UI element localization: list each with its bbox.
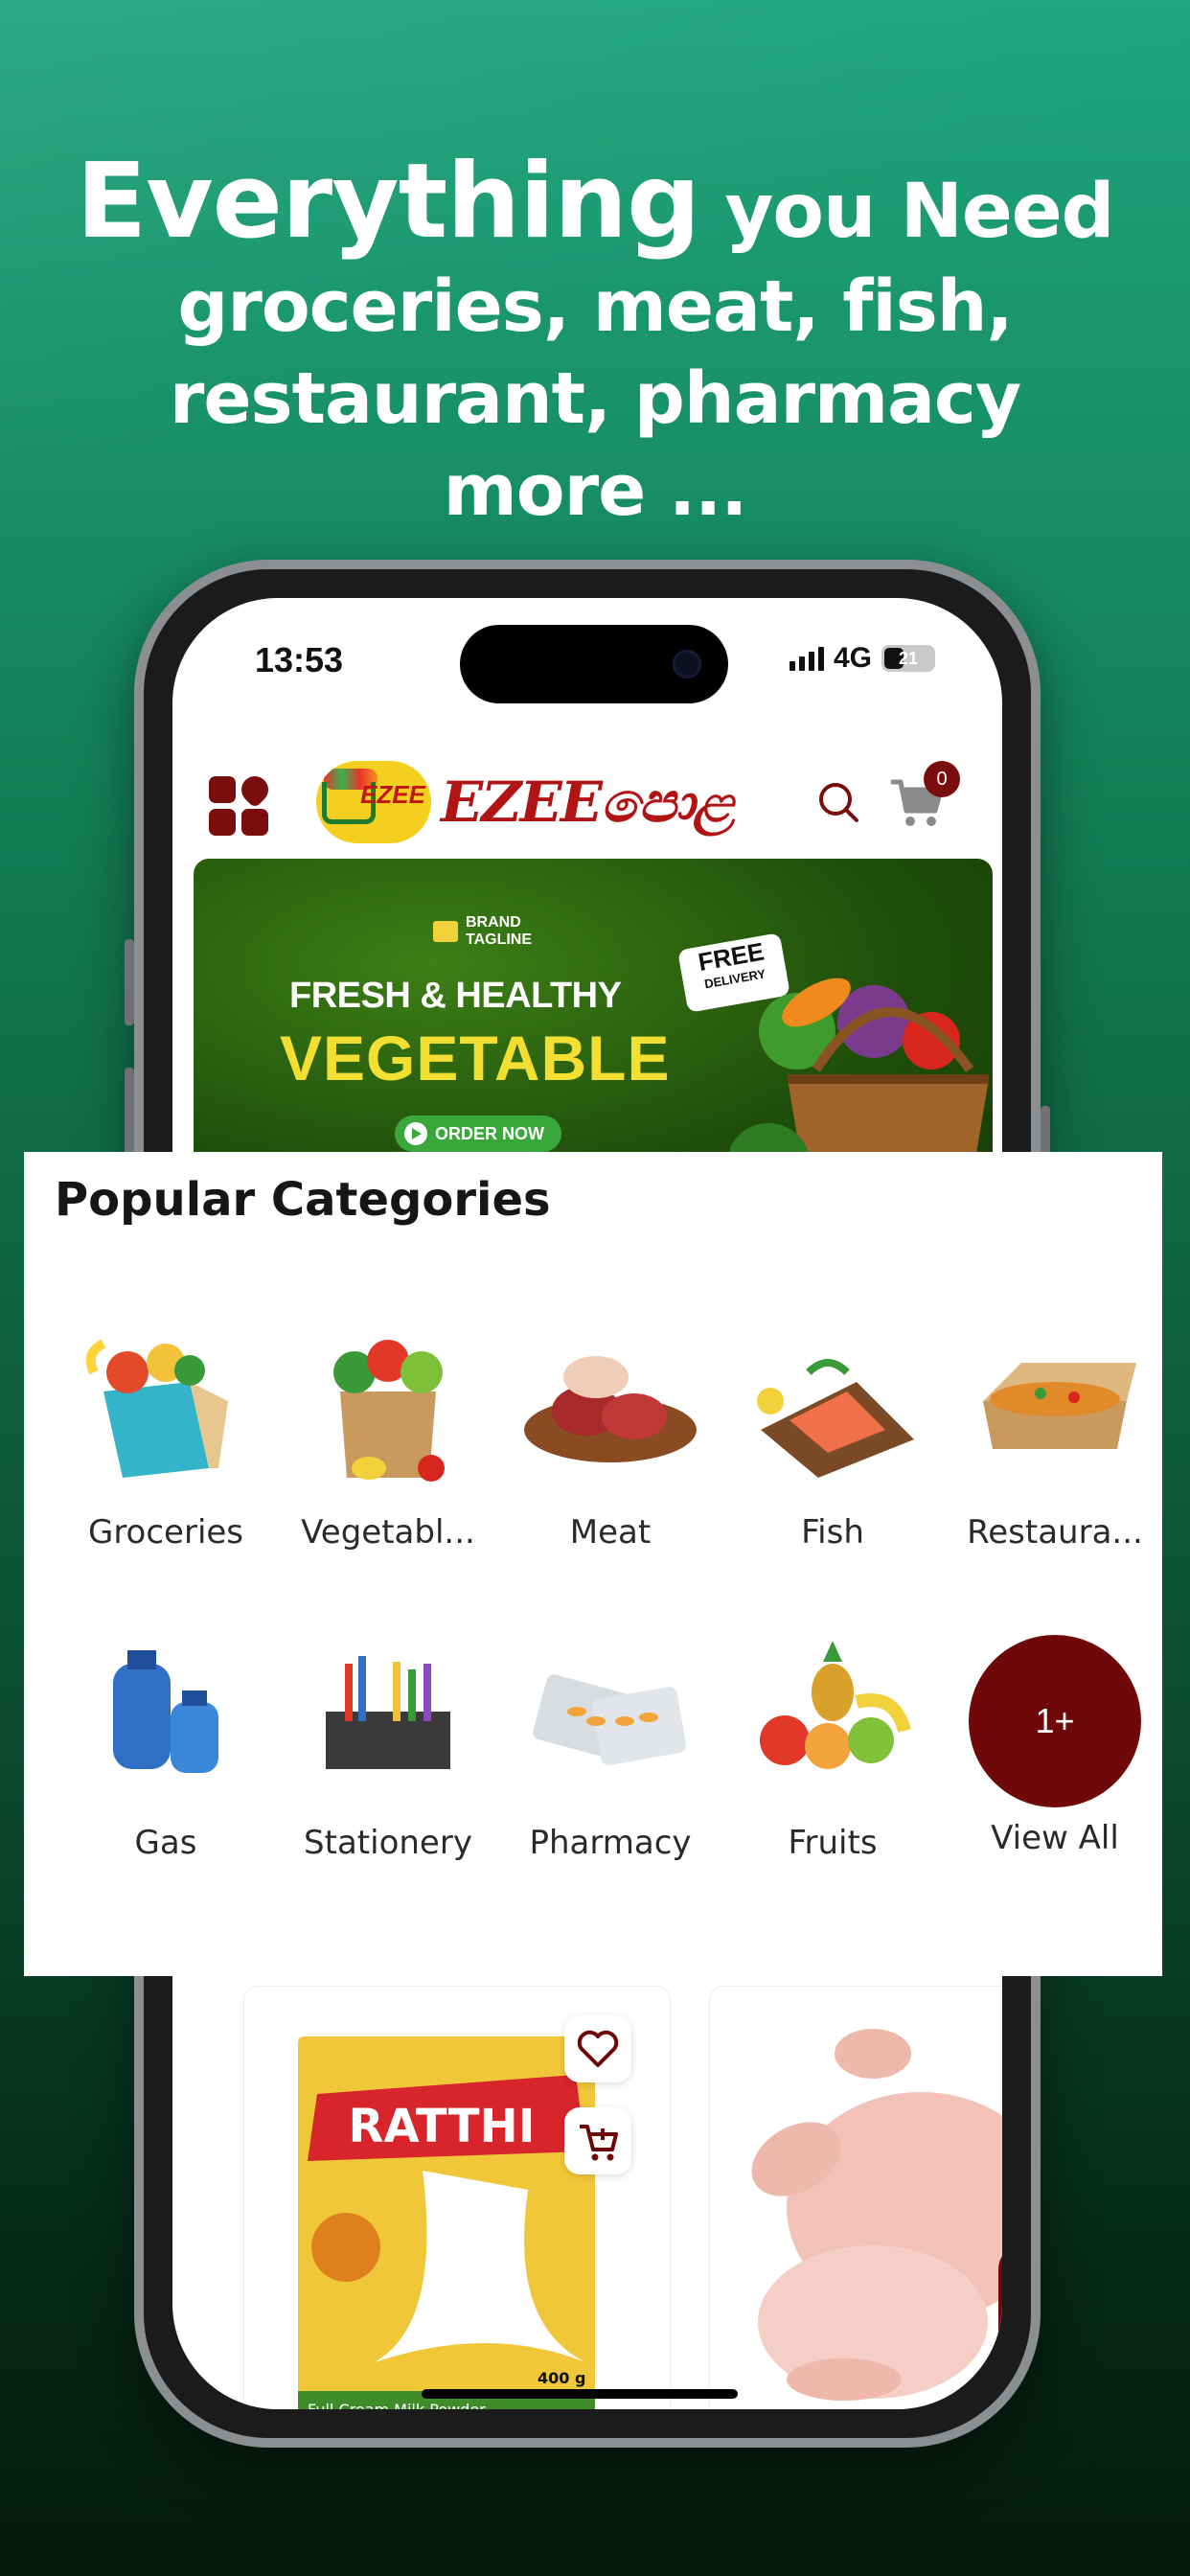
headline-big-word: Everything bbox=[76, 142, 700, 262]
status-indicators: 4G 21 bbox=[789, 642, 935, 675]
network-label: 4G bbox=[833, 642, 872, 674]
category-fruits[interactable]: Fruits bbox=[721, 1635, 944, 1862]
stationery-organizer-icon bbox=[326, 1656, 450, 1769]
section-title: Popular Categories bbox=[55, 1173, 551, 1227]
order-now-label: ORDER NOW bbox=[435, 1123, 544, 1143]
product-brand-text: RATTHI bbox=[349, 2100, 536, 2153]
category-label: Stationery bbox=[304, 1824, 472, 1862]
pill-packs-icon bbox=[533, 1674, 687, 1766]
headline-line4: more ... bbox=[443, 449, 748, 532]
battery-icon: 21 bbox=[881, 645, 935, 672]
banner-title-top: FRESH & HEALTHY bbox=[289, 976, 622, 1016]
promo-headline: Everything you Need groceries, meat, fis… bbox=[0, 150, 1190, 537]
headline-rest: you Need bbox=[699, 169, 1114, 255]
category-label: Restaura... bbox=[967, 1513, 1143, 1552]
headline-line3: restaurant, pharmacy bbox=[169, 357, 1021, 440]
category-label: Gas bbox=[134, 1824, 197, 1862]
popular-categories-section: Popular Categories Groceries Vegetabl...… bbox=[24, 1152, 1162, 1976]
dynamic-island bbox=[460, 625, 728, 703]
heart-icon bbox=[577, 2030, 619, 2067]
category-label: Meat bbox=[569, 1513, 652, 1552]
cart-count-badge: 0 bbox=[924, 761, 960, 797]
category-stationery[interactable]: Stationery bbox=[277, 1635, 499, 1862]
category-label: Vegetabl... bbox=[301, 1513, 475, 1552]
battery-level: 21 bbox=[898, 649, 919, 668]
headline-line2: groceries, meat, fish, bbox=[177, 265, 1013, 348]
order-now-button[interactable]: ORDER NOW bbox=[395, 1116, 561, 1152]
category-meat[interactable]: Meat bbox=[499, 1324, 721, 1552]
milk-powder-image: RATTHI Full Cream Milk Powder 400 g bbox=[298, 2036, 595, 2409]
category-view-all[interactable]: 1+ View All bbox=[944, 1635, 1166, 1857]
product-card-milk[interactable]: RATTHI Full Cream Milk Powder 400 g bbox=[243, 1986, 671, 2409]
camera-icon bbox=[673, 650, 701, 678]
category-pharmacy[interactable]: Pharmacy bbox=[499, 1635, 721, 1862]
vegetables-bag-icon bbox=[333, 1340, 445, 1482]
chat-button[interactable] bbox=[998, 2244, 1002, 2361]
meat-board-icon bbox=[524, 1356, 697, 1462]
signal-icon bbox=[789, 646, 824, 671]
category-label: Fruits bbox=[788, 1824, 878, 1862]
product-card-chicken[interactable] bbox=[709, 1986, 1002, 2409]
wishlist-button[interactable] bbox=[564, 2015, 631, 2082]
category-label: Groceries bbox=[87, 1513, 244, 1552]
chat-icon bbox=[998, 2244, 1002, 2361]
logo-wordmark: EZEEපොළ bbox=[441, 769, 735, 835]
banner-brand: BRAND TAGLINE bbox=[433, 914, 532, 949]
category-label: View All bbox=[991, 1819, 1119, 1857]
brand-logo-icon bbox=[433, 921, 458, 942]
app-logo[interactable]: EZEE EZEEපොළ bbox=[316, 761, 735, 843]
banner-brand-line1: BRAND bbox=[466, 914, 521, 931]
category-restaurant[interactable]: Restaura... bbox=[944, 1324, 1166, 1552]
logo-badge: EZEE bbox=[316, 761, 431, 843]
product-caption-text: Full Cream Milk Powder bbox=[308, 2401, 486, 2409]
add-to-cart-button[interactable] bbox=[564, 2107, 631, 2174]
home-indicator[interactable] bbox=[422, 2389, 738, 2399]
add-cart-icon bbox=[580, 2125, 618, 2161]
fruit-basket-icon bbox=[760, 1641, 911, 1769]
category-vegetables[interactable]: Vegetabl... bbox=[277, 1324, 499, 1552]
search-icon[interactable] bbox=[816, 780, 860, 824]
status-time: 13:53 bbox=[255, 640, 344, 679]
app-header: EZEE EZEEපොළ 0 bbox=[172, 742, 1002, 847]
view-all-badge: 1+ bbox=[969, 1635, 1141, 1807]
arrow-right-icon bbox=[404, 1122, 427, 1145]
groceries-bag-icon bbox=[85, 1339, 228, 1478]
category-label: Fish bbox=[801, 1513, 864, 1552]
logo-badge-text: EZEE bbox=[360, 780, 425, 809]
category-fish[interactable]: Fish bbox=[721, 1324, 944, 1552]
product-weight-text: 400 g bbox=[538, 2369, 585, 2387]
banner-brand-line2: TAGLINE bbox=[466, 932, 533, 948]
menu-grid-icon[interactable] bbox=[209, 770, 274, 836]
category-label: Pharmacy bbox=[529, 1824, 692, 1862]
banner-title-main: VEGETABLE bbox=[280, 1023, 671, 1093]
fish-board-icon bbox=[757, 1359, 914, 1478]
category-groceries[interactable]: Groceries bbox=[55, 1324, 277, 1552]
category-gas[interactable]: Gas bbox=[55, 1635, 277, 1862]
phone-button-action bbox=[125, 939, 134, 1025]
food-box-icon bbox=[983, 1363, 1136, 1449]
gas-cylinder-icon bbox=[113, 1650, 218, 1773]
whole-chicken-image bbox=[751, 2029, 1002, 2401]
